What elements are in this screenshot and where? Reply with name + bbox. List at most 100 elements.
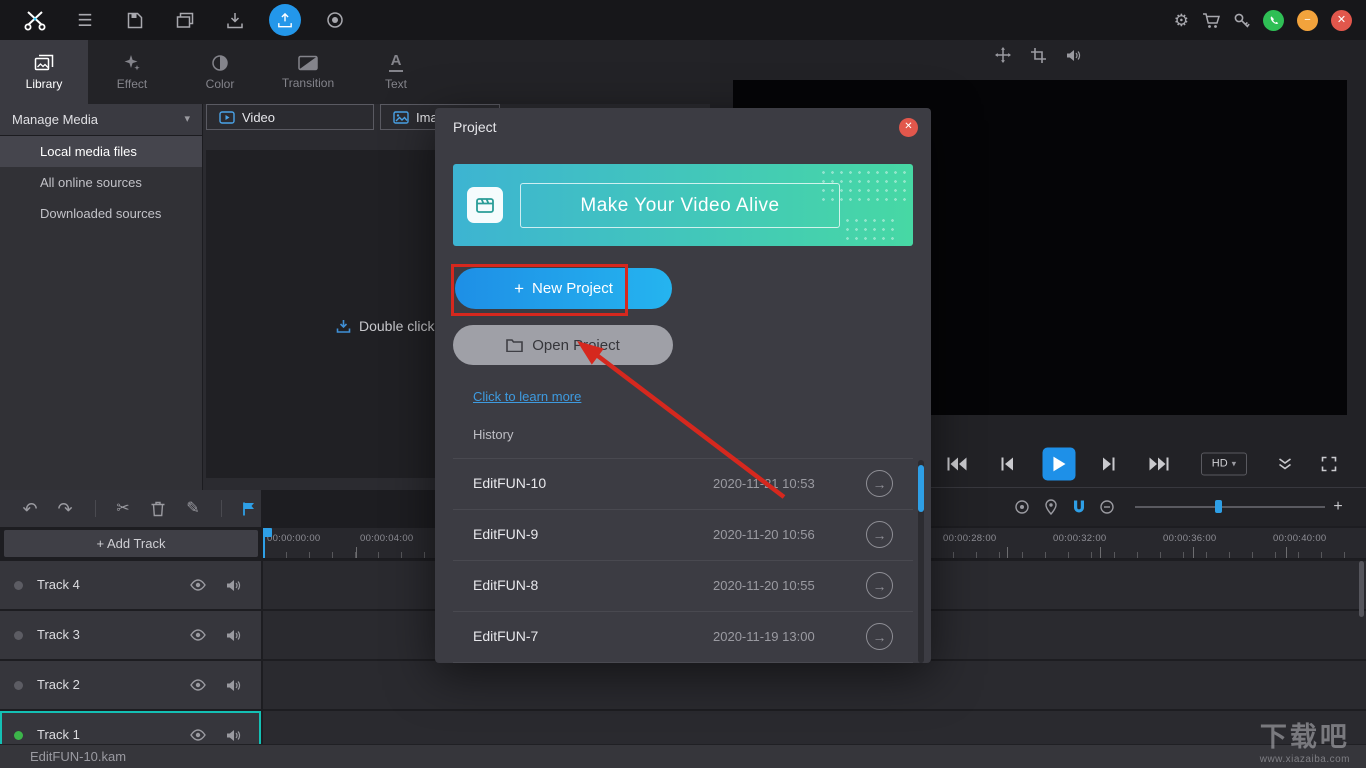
watermark-url: www.xiazaiba.com xyxy=(1260,754,1350,766)
folder-icon xyxy=(506,338,523,352)
manage-media-label: Manage Media xyxy=(12,112,98,127)
dialog-title: Project xyxy=(453,119,497,135)
history-project-date: 2020-11-19 13:00 xyxy=(713,629,815,644)
import-download-icon xyxy=(336,319,351,333)
visibility-eye-icon[interactable] xyxy=(190,729,206,741)
history-row[interactable]: EditFUN-8 2020-11-20 10:55 → xyxy=(453,561,913,612)
save-project-icon[interactable] xyxy=(110,12,160,29)
split-scissors-icon[interactable]: ✂ xyxy=(116,501,129,517)
dialog-close-icon[interactable]: ✕ xyxy=(899,118,918,137)
ruler-label: 00:00:32:00 xyxy=(1053,533,1107,544)
track-label: Track 4 xyxy=(37,577,80,592)
store-cart-icon[interactable] xyxy=(1202,12,1220,29)
history-project-name: EditFUN-7 xyxy=(473,628,538,644)
delete-trash-icon[interactable] xyxy=(151,501,166,517)
playhead-flag[interactable] xyxy=(263,528,272,537)
track-status-dot xyxy=(14,681,23,690)
tab-color[interactable]: Color xyxy=(176,40,264,104)
timeline-scrollbar[interactable] xyxy=(1359,561,1364,617)
skip-start-icon[interactable] xyxy=(947,457,967,471)
ruler-label: 00:00:28:00 xyxy=(943,533,997,544)
mute-speaker-icon[interactable] xyxy=(226,629,241,642)
dialog-scrollbar-thumb[interactable] xyxy=(918,465,924,512)
history-row[interactable]: EditFUN-7 2020-11-19 13:00 → xyxy=(453,612,913,663)
timeline-toolbar: ↶ ↷ ✂ ✎ xyxy=(0,490,261,527)
settings-gear-icon[interactable]: ⚙ xyxy=(1174,12,1189,29)
track-status-dot xyxy=(14,631,23,640)
play-icon xyxy=(1043,447,1076,480)
arrow-right-glyph: → xyxy=(873,528,887,542)
marker-flag-icon[interactable] xyxy=(241,501,257,517)
close-window-icon[interactable]: ✕ xyxy=(1331,10,1352,31)
titlebar: ☰ ⚙ xyxy=(0,0,1366,41)
minimize-icon[interactable]: − xyxy=(1297,10,1318,31)
toolbar-divider xyxy=(95,500,96,517)
history-list: EditFUN-10 2020-11-21 10:53 → EditFUN-9 … xyxy=(453,458,913,663)
mute-speaker-icon[interactable] xyxy=(226,729,241,742)
open-history-arrow-icon[interactable]: → xyxy=(866,623,893,650)
undo-icon[interactable]: ↶ xyxy=(22,500,37,518)
next-frame-icon[interactable] xyxy=(1103,457,1116,471)
menu-icon[interactable]: ☰ xyxy=(60,12,110,29)
statusbar: EditFUN-10.kam xyxy=(0,744,1366,768)
track-header-2[interactable]: Track 2 xyxy=(0,661,261,709)
visibility-eye-icon[interactable] xyxy=(190,629,206,641)
tab-label: Effect xyxy=(117,77,147,91)
tab-transition[interactable]: Transition xyxy=(264,40,352,104)
history-row[interactable]: EditFUN-10 2020-11-21 10:53 → xyxy=(453,459,913,510)
playhead[interactable] xyxy=(263,528,265,558)
add-track-button[interactable]: + Add Track xyxy=(4,530,258,557)
source-online[interactable]: All online sources xyxy=(0,167,202,198)
tab-label: Transition xyxy=(282,76,334,90)
arrow-right-glyph: → xyxy=(873,579,887,593)
export-circle[interactable] xyxy=(269,4,301,36)
edit-pencil-icon[interactable]: ✎ xyxy=(186,501,199,517)
menu-glyph: ☰ xyxy=(77,12,92,29)
play-button[interactable] xyxy=(1043,447,1076,480)
track-header-3[interactable]: Track 3 xyxy=(0,611,261,659)
source-downloaded[interactable]: Downloaded sources xyxy=(0,198,202,229)
history-row[interactable]: EditFUN-9 2020-11-20 10:56 → xyxy=(453,510,913,561)
whatsapp-icon[interactable] xyxy=(1263,10,1284,31)
open-history-arrow-icon[interactable]: → xyxy=(866,572,893,599)
open-history-arrow-icon[interactable]: → xyxy=(866,521,893,548)
mute-speaker-icon[interactable] xyxy=(226,579,241,592)
ruler-label: 00:00:40:00 xyxy=(1273,533,1327,544)
move-tool-icon[interactable] xyxy=(995,47,1011,63)
manage-media-dropdown[interactable]: Manage Media ▾ xyxy=(0,104,202,136)
track-lane-2[interactable] xyxy=(263,661,1366,709)
library-icon xyxy=(34,54,54,72)
visibility-eye-icon[interactable] xyxy=(190,579,206,591)
audio-tool-icon[interactable] xyxy=(1066,49,1081,62)
visibility-eye-icon[interactable] xyxy=(190,679,206,691)
redo-icon[interactable]: ↷ xyxy=(57,500,72,518)
track-header-4[interactable]: Track 4 xyxy=(0,561,261,609)
media-browser-icon[interactable] xyxy=(160,12,210,29)
banner-title: Make Your Video Alive xyxy=(520,183,840,228)
tab-label: Library xyxy=(26,77,63,91)
learn-more-link[interactable]: Click to learn more xyxy=(473,389,581,404)
tab-library[interactable]: Library xyxy=(0,40,88,104)
export-button[interactable] xyxy=(260,4,310,36)
source-local-media[interactable]: Local media files xyxy=(0,136,202,167)
annotation-highlight-rect xyxy=(451,264,628,316)
fullscreen-icon[interactable] xyxy=(1322,456,1337,471)
license-key-icon[interactable] xyxy=(1233,12,1250,29)
record-icon[interactable] xyxy=(310,11,360,29)
previous-frame-icon[interactable] xyxy=(1001,457,1014,471)
crop-tool-icon[interactable] xyxy=(1031,48,1046,63)
media-tab-video[interactable]: Video xyxy=(206,104,374,130)
banner-logo-icon xyxy=(467,187,503,223)
history-project-date: 2020-11-20 10:55 xyxy=(713,578,815,593)
import-icon[interactable] xyxy=(210,12,260,29)
collapse-panel-icon[interactable] xyxy=(1278,457,1293,470)
open-project-button[interactable]: Open Project xyxy=(453,325,673,365)
tab-effect[interactable]: Effect xyxy=(88,40,176,104)
open-history-arrow-icon[interactable]: → xyxy=(866,470,893,497)
history-project-name: EditFUN-10 xyxy=(473,475,546,491)
tab-text[interactable]: A Text xyxy=(352,40,440,104)
skip-end-icon[interactable] xyxy=(1149,457,1169,471)
toolbar-divider xyxy=(221,500,222,517)
quality-select[interactable]: HD▾ xyxy=(1201,452,1247,475)
mute-speaker-icon[interactable] xyxy=(226,679,241,692)
